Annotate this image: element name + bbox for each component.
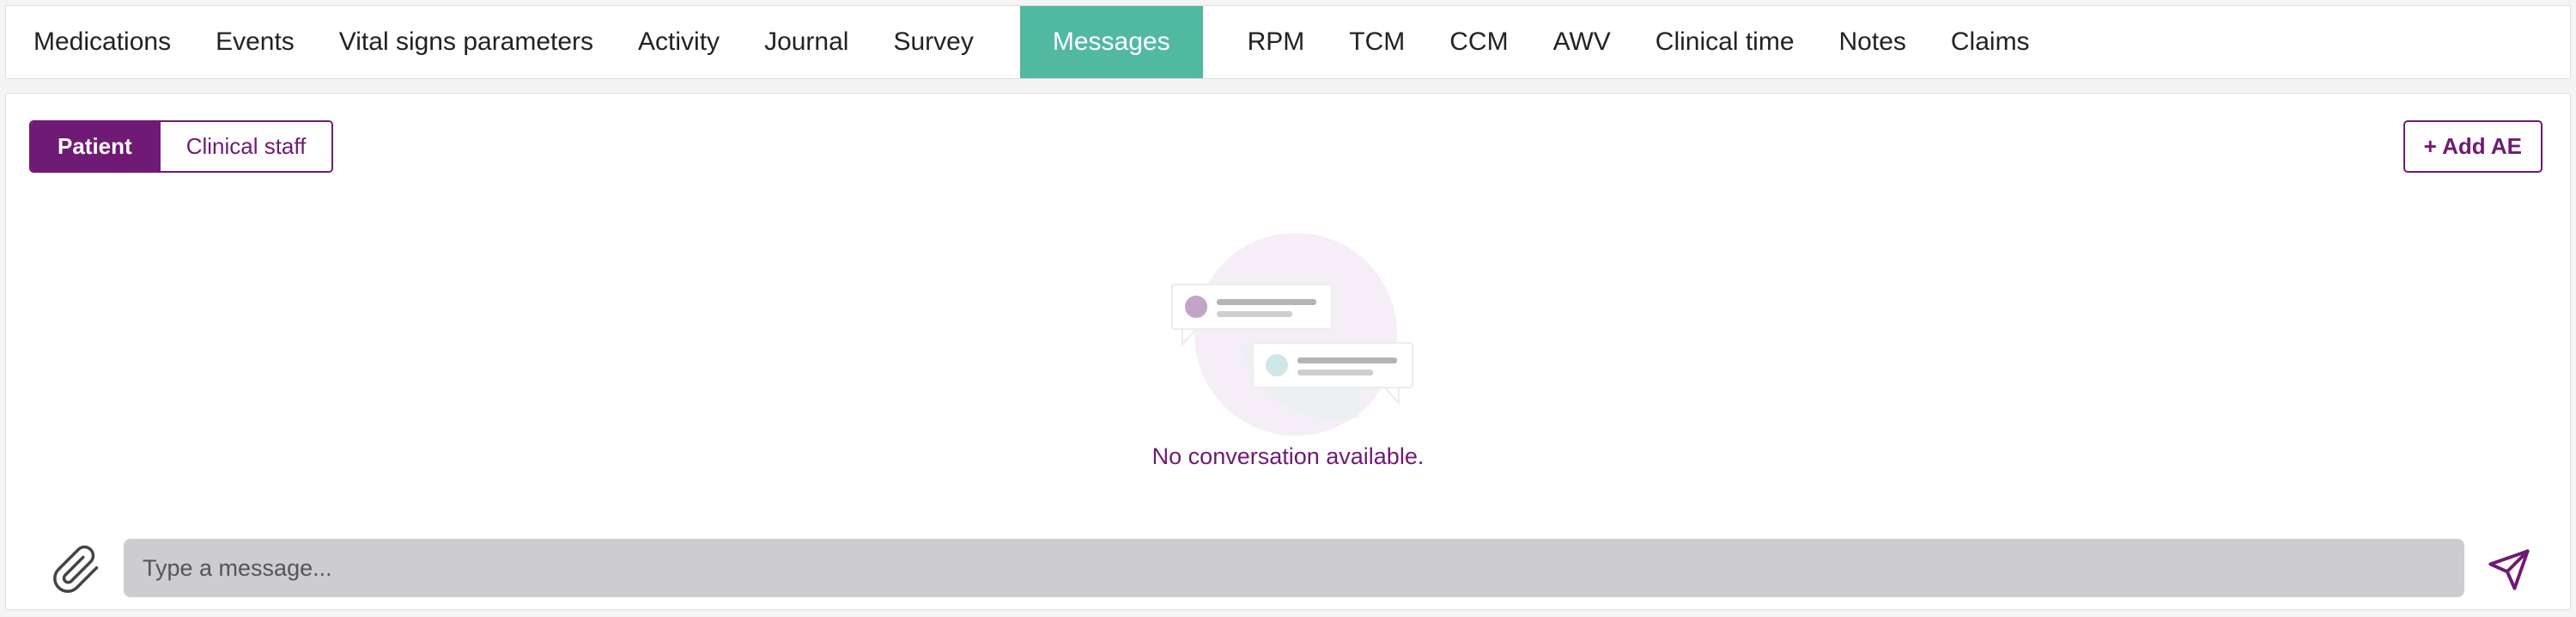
message-input[interactable] [124, 539, 2464, 597]
chat-bubbles-illustration [1171, 233, 1413, 436]
tab-vital-signs-parameters[interactable]: Vital signs parameters [317, 6, 616, 78]
tab-journal[interactable]: Journal [742, 6, 871, 78]
tab-medications[interactable]: Medications [11, 6, 193, 78]
patient-toggle-button[interactable]: Patient [31, 122, 159, 171]
message-composer [6, 532, 2570, 601]
empty-state-text: No conversation available. [1151, 443, 1425, 469]
messages-panel: Patient Clinical staff + Add AE No conve… [5, 93, 2571, 610]
tab-rpm[interactable]: RPM [1203, 6, 1327, 78]
tab-clinical-time[interactable]: Clinical time [1633, 6, 1817, 78]
add-ae-button[interactable]: + Add AE [2403, 120, 2543, 173]
tab-messages[interactable]: Messages [1019, 6, 1203, 78]
tab-survey[interactable]: Survey [871, 6, 995, 78]
tab-awv[interactable]: AWV [1531, 6, 1633, 78]
tab-tcm[interactable]: TCM [1327, 6, 1427, 78]
paperclip-icon[interactable] [51, 544, 102, 596]
tab-claims[interactable]: Claims [1929, 6, 2052, 78]
clinical-staff-toggle-button[interactable]: Clinical staff [158, 122, 332, 171]
tab-ccm[interactable]: CCM [1427, 6, 1530, 78]
conversation-toggle: Patient Clinical staff [29, 120, 334, 173]
send-icon[interactable] [2487, 547, 2531, 592]
tab-events[interactable]: Events [193, 6, 317, 78]
tab-bar: Medications Events Vital signs parameter… [5, 5, 2571, 79]
tab-activity[interactable]: Activity [616, 6, 742, 78]
tab-notes[interactable]: Notes [1817, 6, 1929, 78]
